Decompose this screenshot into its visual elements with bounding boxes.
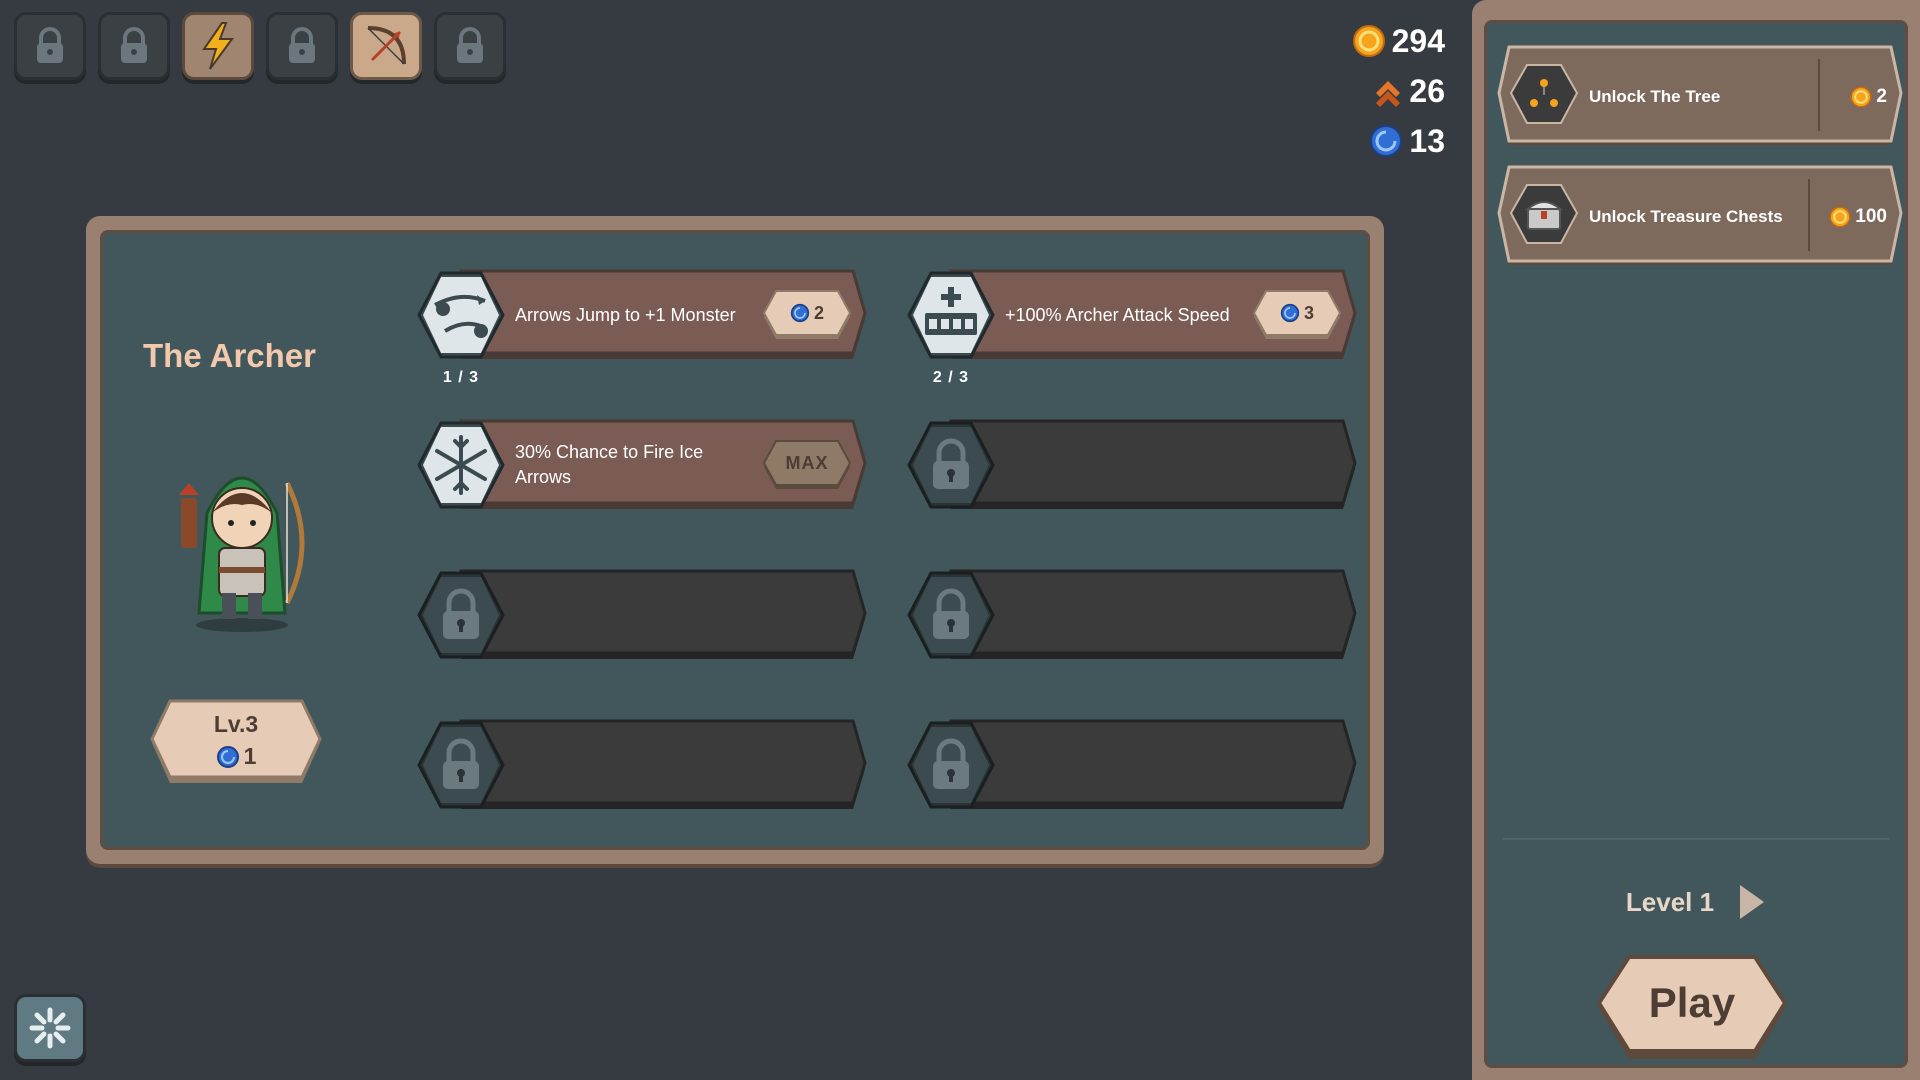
skill-progress: 1 / 3: [442, 369, 480, 386]
currency-display: 294 26 13: [1352, 16, 1445, 166]
skill-label: +100% Archer Attack Speed: [1005, 304, 1230, 325]
skill-attack-speed[interactable]: +100% Archer Attack Speed 3 2 / 3: [905, 269, 1360, 386]
lock-icon: [289, 27, 315, 63]
gem-value: 13: [1409, 122, 1445, 159]
tab-archer[interactable]: [350, 12, 422, 80]
skill-slot-locked: [905, 719, 1360, 811]
quest-cost-value: 100: [1855, 206, 1887, 227]
skill-ice-arrows[interactable]: 30% Chance to Fire Ice Arrows MAX: [415, 419, 870, 511]
rank-counter: 26: [1352, 66, 1445, 116]
lock-icon: [907, 421, 995, 509]
gem-icon: [216, 745, 239, 768]
lock-icon: [907, 721, 995, 809]
speed-icon: [907, 271, 995, 359]
level-label: Level 1: [1625, 886, 1715, 917]
gem-counter: 13: [1352, 116, 1445, 166]
tab-locked-4[interactable]: [434, 12, 506, 80]
quest-unlock-chests[interactable]: Unlock Treasure Chests 100: [1497, 165, 1903, 269]
quest-cost-value: 2: [1876, 86, 1887, 107]
lock-icon: [417, 571, 505, 659]
arrow-jump-icon: [417, 271, 505, 359]
tab-locked-2[interactable]: [98, 12, 170, 80]
skill-label: Arrows Jump to +1 Monster: [515, 304, 736, 325]
play-button[interactable]: Play: [1595, 953, 1789, 1065]
skill-buy-button[interactable]: 3: [1252, 289, 1342, 341]
tab-locked-1[interactable]: [14, 12, 86, 80]
coin-value: 294: [1391, 22, 1445, 59]
coin-icon: [1851, 86, 1872, 108]
gem-icon: [1370, 125, 1403, 157]
quest-panel-inner: Unlock The Tree 2 Unlock Treasure Chests: [1484, 20, 1908, 1068]
skill-progress: 2 / 3: [932, 369, 970, 386]
tab-locked-3[interactable]: [266, 12, 338, 80]
skill-price: 3: [1252, 289, 1342, 337]
skill-price-value: 3: [1303, 302, 1314, 323]
skill-slot-locked: [905, 419, 1360, 511]
skill-price: 2: [762, 289, 852, 337]
gem-icon: [790, 303, 810, 323]
skill-tabs: [14, 12, 506, 80]
snowflake-icon: [417, 421, 505, 509]
quest-cost: 2: [1850, 45, 1887, 149]
quest-panel: Unlock The Tree 2 Unlock Treasure Chests: [1472, 0, 1920, 1080]
skill-slot-locked: [905, 569, 1360, 661]
hero-level-cost-value: 1: [243, 743, 257, 769]
skill-slot-locked: [415, 569, 870, 661]
tree-icon: [1530, 79, 1558, 107]
skill-label: 30% Chance to Fire Ice Arrows: [515, 442, 704, 487]
skill-max-label: MAX: [785, 452, 829, 473]
lock-icon: [37, 27, 63, 63]
chest-icon: [1525, 201, 1563, 230]
lock-icon: [457, 27, 483, 63]
settings-icon: [29, 1007, 71, 1049]
lightning-icon: [202, 22, 234, 70]
lock-icon: [417, 721, 505, 809]
level-selector: Level 1: [1487, 883, 1905, 921]
skill-max-badge: MAX: [762, 439, 852, 491]
lock-icon: [907, 571, 995, 659]
skill-tree-panel: The Archer Lv.3 1 Arrows Jump to +1 Mons…: [86, 216, 1384, 864]
hero-level-label: Lv.3: [213, 711, 259, 737]
archer-portrait: [179, 476, 305, 632]
skill-arrows-jump[interactable]: Arrows Jump to +1 Monster 2 1 / 3: [415, 269, 870, 386]
next-level-arrow-icon[interactable]: [1736, 883, 1766, 921]
panel-divider: [1503, 838, 1889, 840]
skill-price-value: 2: [813, 302, 824, 323]
quest-cost: 100: [1829, 165, 1887, 269]
bow-icon: [367, 26, 406, 65]
rank-value: 26: [1409, 72, 1445, 109]
coin-counter: 294: [1352, 16, 1445, 66]
hero-name: The Archer: [143, 337, 316, 374]
coin-icon: [1352, 25, 1385, 57]
hero-level-cost: 1: [148, 743, 324, 770]
skill-buy-button[interactable]: 2: [762, 289, 852, 341]
play-button-label: Play: [1648, 979, 1736, 1026]
quest-unlock-tree[interactable]: Unlock The Tree 2: [1497, 45, 1903, 149]
quest-label: Unlock The Tree: [1589, 87, 1721, 106]
skill-tree-inner: The Archer Lv.3 1 Arrows Jump to +1 Mons…: [100, 230, 1370, 850]
tab-lightning[interactable]: [182, 12, 254, 80]
hero-level-upgrade-button[interactable]: Lv.3 1: [148, 699, 324, 793]
settings-button[interactable]: [14, 994, 86, 1062]
quest-label: Unlock Treasure Chests: [1589, 207, 1783, 226]
lock-icon: [121, 27, 147, 63]
gem-icon: [1280, 303, 1300, 323]
coin-icon: [1829, 206, 1851, 228]
skill-slot-locked: [415, 719, 870, 811]
rank-chevron-icon: [1376, 81, 1401, 107]
